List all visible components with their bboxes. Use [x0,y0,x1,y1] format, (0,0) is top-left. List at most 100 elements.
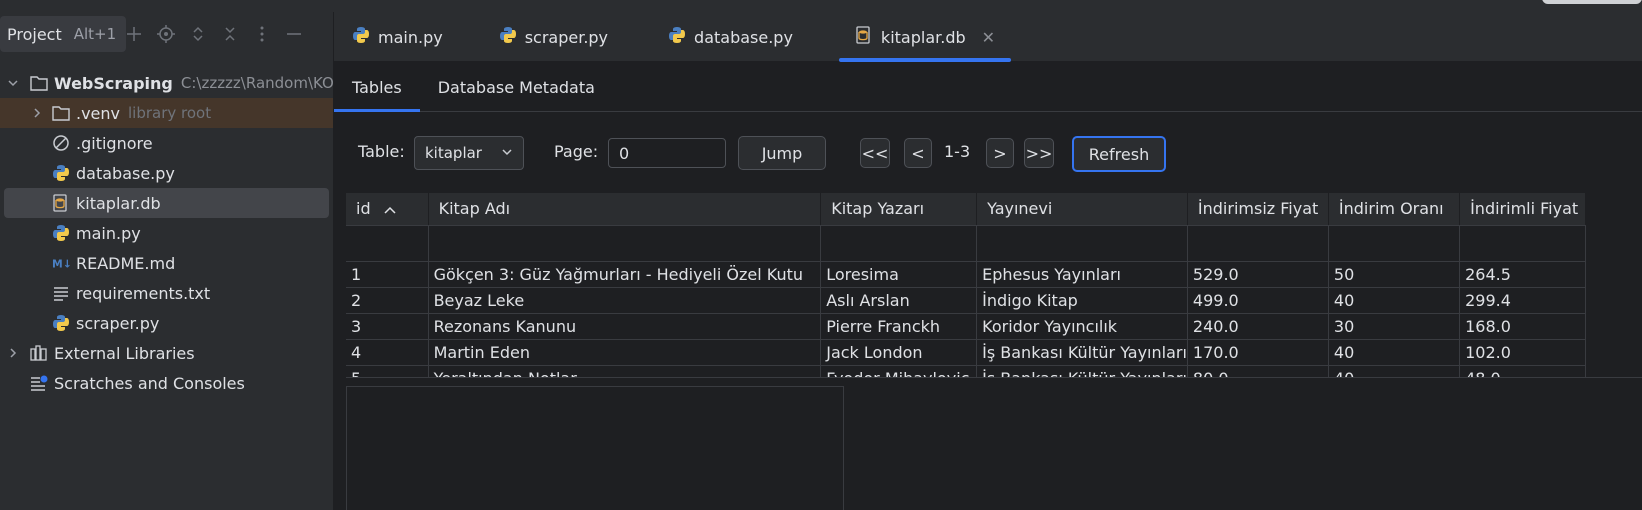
column-header-indirimsiz-fiyat[interactable]: İndirimsiz Fiyat [1187,193,1329,226]
python-file-icon [52,164,70,182]
tree-item-database-py[interactable]: database.py [0,158,333,188]
table-cell[interactable]: 40 [1328,365,1461,377]
tab-tables[interactable]: Tables [334,62,420,112]
table-cell[interactable]: 499.0 [1187,287,1329,314]
project-panel-title-button[interactable]: Project Alt+1 [0,16,126,52]
prev-page-button[interactable]: < [904,138,932,168]
column-header-indirimli-fiyat[interactable]: İndirimli Fiyat [1459,193,1586,226]
tree-item-scratches[interactable]: Scratches and Consoles [0,368,333,398]
chevron-down-icon[interactable] [6,76,20,90]
sort-ascending-icon[interactable] [384,200,396,219]
first-page-button[interactable]: << [860,138,890,168]
filter-cell[interactable] [346,225,429,262]
chevron-right-icon[interactable] [30,106,44,120]
detail-panel [346,386,844,510]
table-row[interactable]: 1 Gökçen 3: Güz Yağmurları - Hediyeli Öz… [346,261,1586,288]
tree-root-webscraping[interactable]: WebScraping C:\zzzzz\Random\KO [0,68,333,98]
column-header-yayinevi[interactable]: Yayınevi [976,193,1188,226]
jump-button[interactable]: Jump [738,136,826,170]
table-cell[interactable]: 1 [346,261,429,288]
chevron-right-icon[interactable] [6,346,20,360]
plus-icon[interactable] [124,24,144,44]
table-cell[interactable]: 48.0 [1459,365,1586,377]
filter-cell[interactable] [820,225,978,262]
refresh-button[interactable]: Refresh [1072,136,1166,172]
table-cell[interactable]: Aslı Arslan [820,287,978,314]
tree-item-readme[interactable]: M↓ README.md [0,248,333,278]
hide-icon[interactable] [284,24,304,44]
close-icon[interactable]: ✕ [982,28,995,47]
table-cell[interactable]: Jack London [820,339,978,366]
table-cell[interactable]: Gökçen 3: Güz Yağmurları - Hediyeli Özel… [428,261,822,288]
more-icon[interactable] [252,24,272,44]
python-file-icon [499,26,517,48]
column-header-kitap-adi[interactable]: Kitap Adı [428,193,822,226]
locate-icon[interactable] [156,24,176,44]
table-cell[interactable]: 264.5 [1459,261,1586,288]
tree-item-kitaplar-db[interactable]: kitaplar.db [4,188,329,218]
tab-label: scraper.py [524,27,609,47]
tree-item-label: requirements.txt [76,283,211,303]
column-header-id[interactable]: id [346,193,429,226]
table-select[interactable]: kitaplar [414,136,524,170]
table-cell[interactable]: İş Bankası Kültür Yayınları [976,339,1188,366]
table-cell[interactable]: İş Bankası Kültür Yayınları [976,365,1188,377]
filter-cell[interactable] [428,225,822,262]
table-cell[interactable]: 529.0 [1187,261,1329,288]
table-cell[interactable]: 5 [346,365,429,377]
table-cell[interactable]: Rezonans Kanunu [428,313,822,340]
table-cell[interactable]: Ephesus Yayınları [976,261,1188,288]
table-cell[interactable]: Koridor Yayıncılık [976,313,1188,340]
table-cell[interactable]: 3 [346,313,429,340]
table-cell[interactable]: 299.4 [1459,287,1586,314]
column-header-kitap-yazari[interactable]: Kitap Yazarı [820,193,978,226]
table-row[interactable]: 5 Yeraltından Notlar Fyodor Mihayloviç İ… [346,365,1586,377]
tree-item-gitignore[interactable]: .gitignore [0,128,333,158]
column-header-indirim-orani[interactable]: İndirim Oranı [1328,193,1461,226]
next-page-button[interactable]: > [986,138,1014,168]
table-cell[interactable]: Beyaz Leke [428,287,822,314]
table-cell[interactable]: 40 [1328,287,1461,314]
table-cell[interactable]: 30 [1328,313,1461,340]
table-row[interactable]: 3 Rezonans Kanunu Pierre Franckh Koridor… [346,313,1586,340]
table-cell[interactable]: İndigo Kitap [976,287,1188,314]
table-cell[interactable]: 168.0 [1459,313,1586,340]
table-empty-area [1586,193,1642,377]
tab-database-py[interactable]: database.py [652,12,809,62]
filter-cell[interactable] [1459,225,1586,262]
table-cell[interactable]: 50 [1328,261,1461,288]
table-cell[interactable]: 80.0 [1187,365,1329,377]
table-cell[interactable]: 2 [346,287,429,314]
filter-cell[interactable] [1328,225,1461,262]
page-input[interactable]: 0 [608,138,726,168]
table-row[interactable]: 2 Beyaz Leke Aslı Arslan İndigo Kitap 49… [346,287,1586,314]
tree-item-external-libraries[interactable]: External Libraries [0,338,333,368]
tree-item-venv[interactable]: .venv library root [0,98,333,128]
filter-cell[interactable] [976,225,1188,262]
table-cell[interactable]: Loresima [820,261,978,288]
tree-item-main-py[interactable]: main.py [0,218,333,248]
table-cell[interactable]: 40 [1328,339,1461,366]
tree-item-scraper-py[interactable]: scraper.py [0,308,333,338]
filter-cell[interactable] [1187,225,1329,262]
tab-scraper-py[interactable]: scraper.py [483,12,624,62]
table-cell[interactable]: 170.0 [1187,339,1329,366]
last-page-button[interactable]: >> [1024,138,1054,168]
python-file-icon [52,314,70,332]
tab-kitaplar-db[interactable]: kitaplar.db ✕ [838,12,1012,62]
table-cell[interactable]: 102.0 [1459,339,1586,366]
expand-icon[interactable] [188,24,208,44]
collapse-icon[interactable] [220,24,240,44]
table-cell[interactable]: 240.0 [1187,313,1329,340]
table-cell[interactable]: Pierre Franckh [820,313,978,340]
tab-database-metadata[interactable]: Database Metadata [420,62,613,112]
table-cell[interactable]: 4 [346,339,429,366]
tree-root-path: C:\zzzzz\Random\KO [180,74,333,92]
page-label: Page: [554,142,599,161]
tab-main-py[interactable]: main.py [336,12,459,62]
tree-item-requirements[interactable]: requirements.txt [0,278,333,308]
table-row[interactable]: 4 Martin Eden Jack London İş Bankası Kül… [346,339,1586,366]
table-cell[interactable]: Fyodor Mihayloviç [820,365,978,377]
table-cell[interactable]: Yeraltından Notlar [428,365,822,377]
table-cell[interactable]: Martin Eden [428,339,822,366]
